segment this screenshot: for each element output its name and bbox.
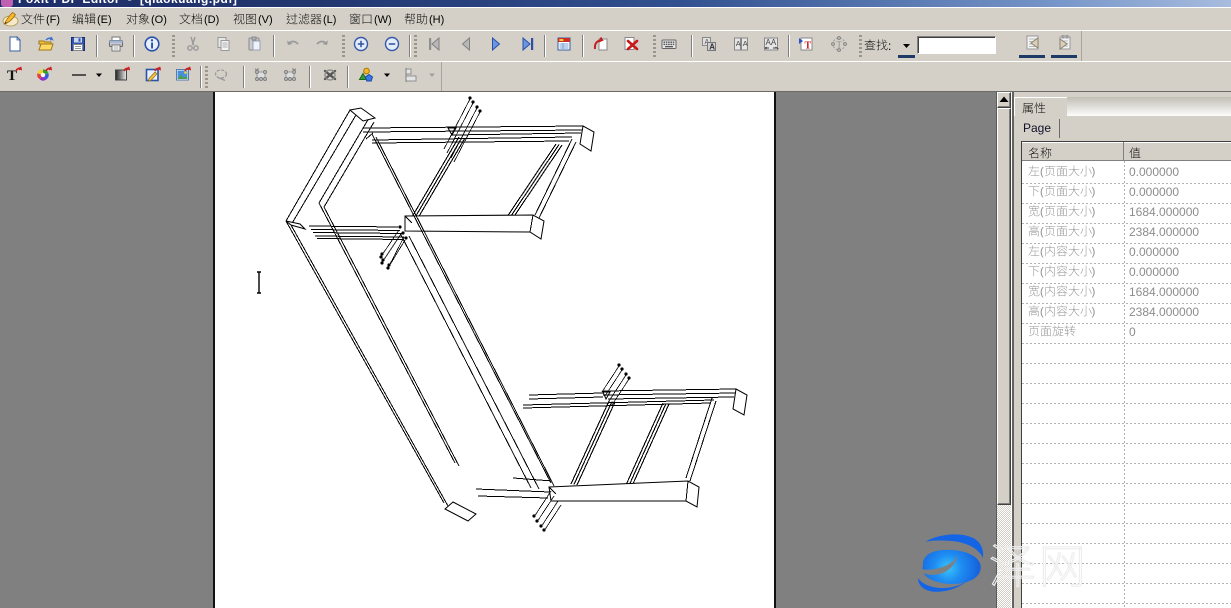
svg-text:T: T [7, 68, 17, 82]
svg-text:AA: AA [766, 38, 777, 47]
svg-text:T: T [805, 41, 812, 52]
svg-text:T: T [836, 39, 842, 49]
svg-text:A: A [736, 39, 741, 48]
svg-text:A: A [743, 39, 748, 48]
svg-text:A: A [709, 42, 715, 51]
